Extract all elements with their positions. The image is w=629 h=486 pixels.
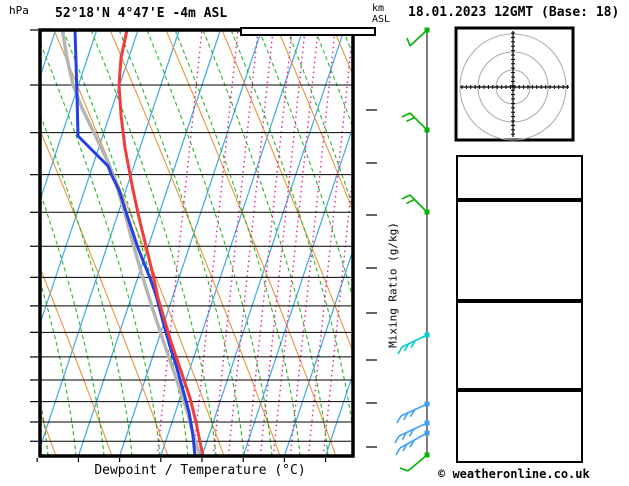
isotherm-line [202, 30, 344, 456]
wet-adiabat-line [259, 30, 384, 456]
mixing-ratio-axis-label: Mixing Ratio (g/kg) [387, 222, 400, 348]
hodograph-panel [456, 28, 573, 140]
isotherm-line [78, 30, 220, 456]
wind-barb [395, 421, 430, 444]
hodograph-table [456, 390, 583, 463]
hodograph-frame [456, 28, 573, 140]
dry-adiabat-line [278, 30, 448, 456]
mixing-ratio-line [260, 30, 305, 456]
wind-barb [402, 195, 430, 215]
skewt-sounding-page: hPa 52°18'N 4°47'E -4m ASL 18.01.2023 12… [0, 0, 629, 486]
dry-adiabat-line [0, 30, 56, 456]
dry-adiabat-line [222, 30, 392, 456]
mixing-ratio-line [273, 30, 318, 456]
sounding-profiles [62, 28, 203, 456]
wet-adiabat-line [0, 30, 76, 456]
isotherm-line [0, 30, 56, 456]
wet-adiabat-line [0, 30, 20, 456]
wet-adiabat-line [91, 30, 216, 456]
wind-barb [400, 453, 430, 472]
wind-barb-column [395, 28, 430, 472]
isotherm-line [0, 30, 97, 456]
indices-table [456, 155, 583, 200]
datetime-title: 18.01.2023 12GMT (Base: 18) [408, 5, 619, 20]
copyright-footer: © weatheronline.co.uk [438, 467, 590, 481]
wind-barb [402, 113, 430, 133]
station-title: 52°18'N 4°47'E -4m ASL [55, 6, 227, 21]
wet-adiabat-line [147, 30, 272, 456]
isotherm-line [0, 30, 14, 456]
isotherm-line [0, 30, 138, 456]
altitude-unit-asl: ASL [372, 14, 390, 25]
wet-adiabat-line [63, 30, 188, 456]
wet-adiabat-line [623, 30, 629, 456]
surface-table [456, 200, 583, 301]
isotherm-line [284, 30, 426, 456]
pressure-unit-label: hPa [9, 4, 29, 17]
legend-box [240, 27, 376, 36]
wet-adiabat-line [203, 30, 328, 456]
wet-adiabat-line [315, 30, 440, 456]
wet-adiabat-line [7, 30, 132, 456]
mixing-ratio-line [213, 30, 258, 456]
wind-barb [398, 333, 430, 355]
mixing-ratio-line [323, 30, 368, 456]
x-axis-label: Dewpoint / Temperature (°C) [40, 463, 360, 478]
wind-barb [396, 431, 430, 456]
most-unstable-table [456, 301, 583, 390]
dry-adiabat-line [0, 30, 168, 456]
wet-adiabat-line [595, 30, 629, 456]
isotherm-line [243, 30, 385, 456]
wet-adiabat-line [231, 30, 356, 456]
wind-barb [397, 402, 430, 424]
wind-barb [407, 28, 430, 47]
dry-adiabat-line [614, 30, 629, 456]
dewpoint-curve [75, 30, 195, 456]
wet-adiabat-line [343, 30, 468, 456]
isotherm-line [37, 30, 179, 456]
altitude-unit-label: km ASL [372, 3, 390, 25]
altitude-unit-km: km [372, 3, 390, 14]
